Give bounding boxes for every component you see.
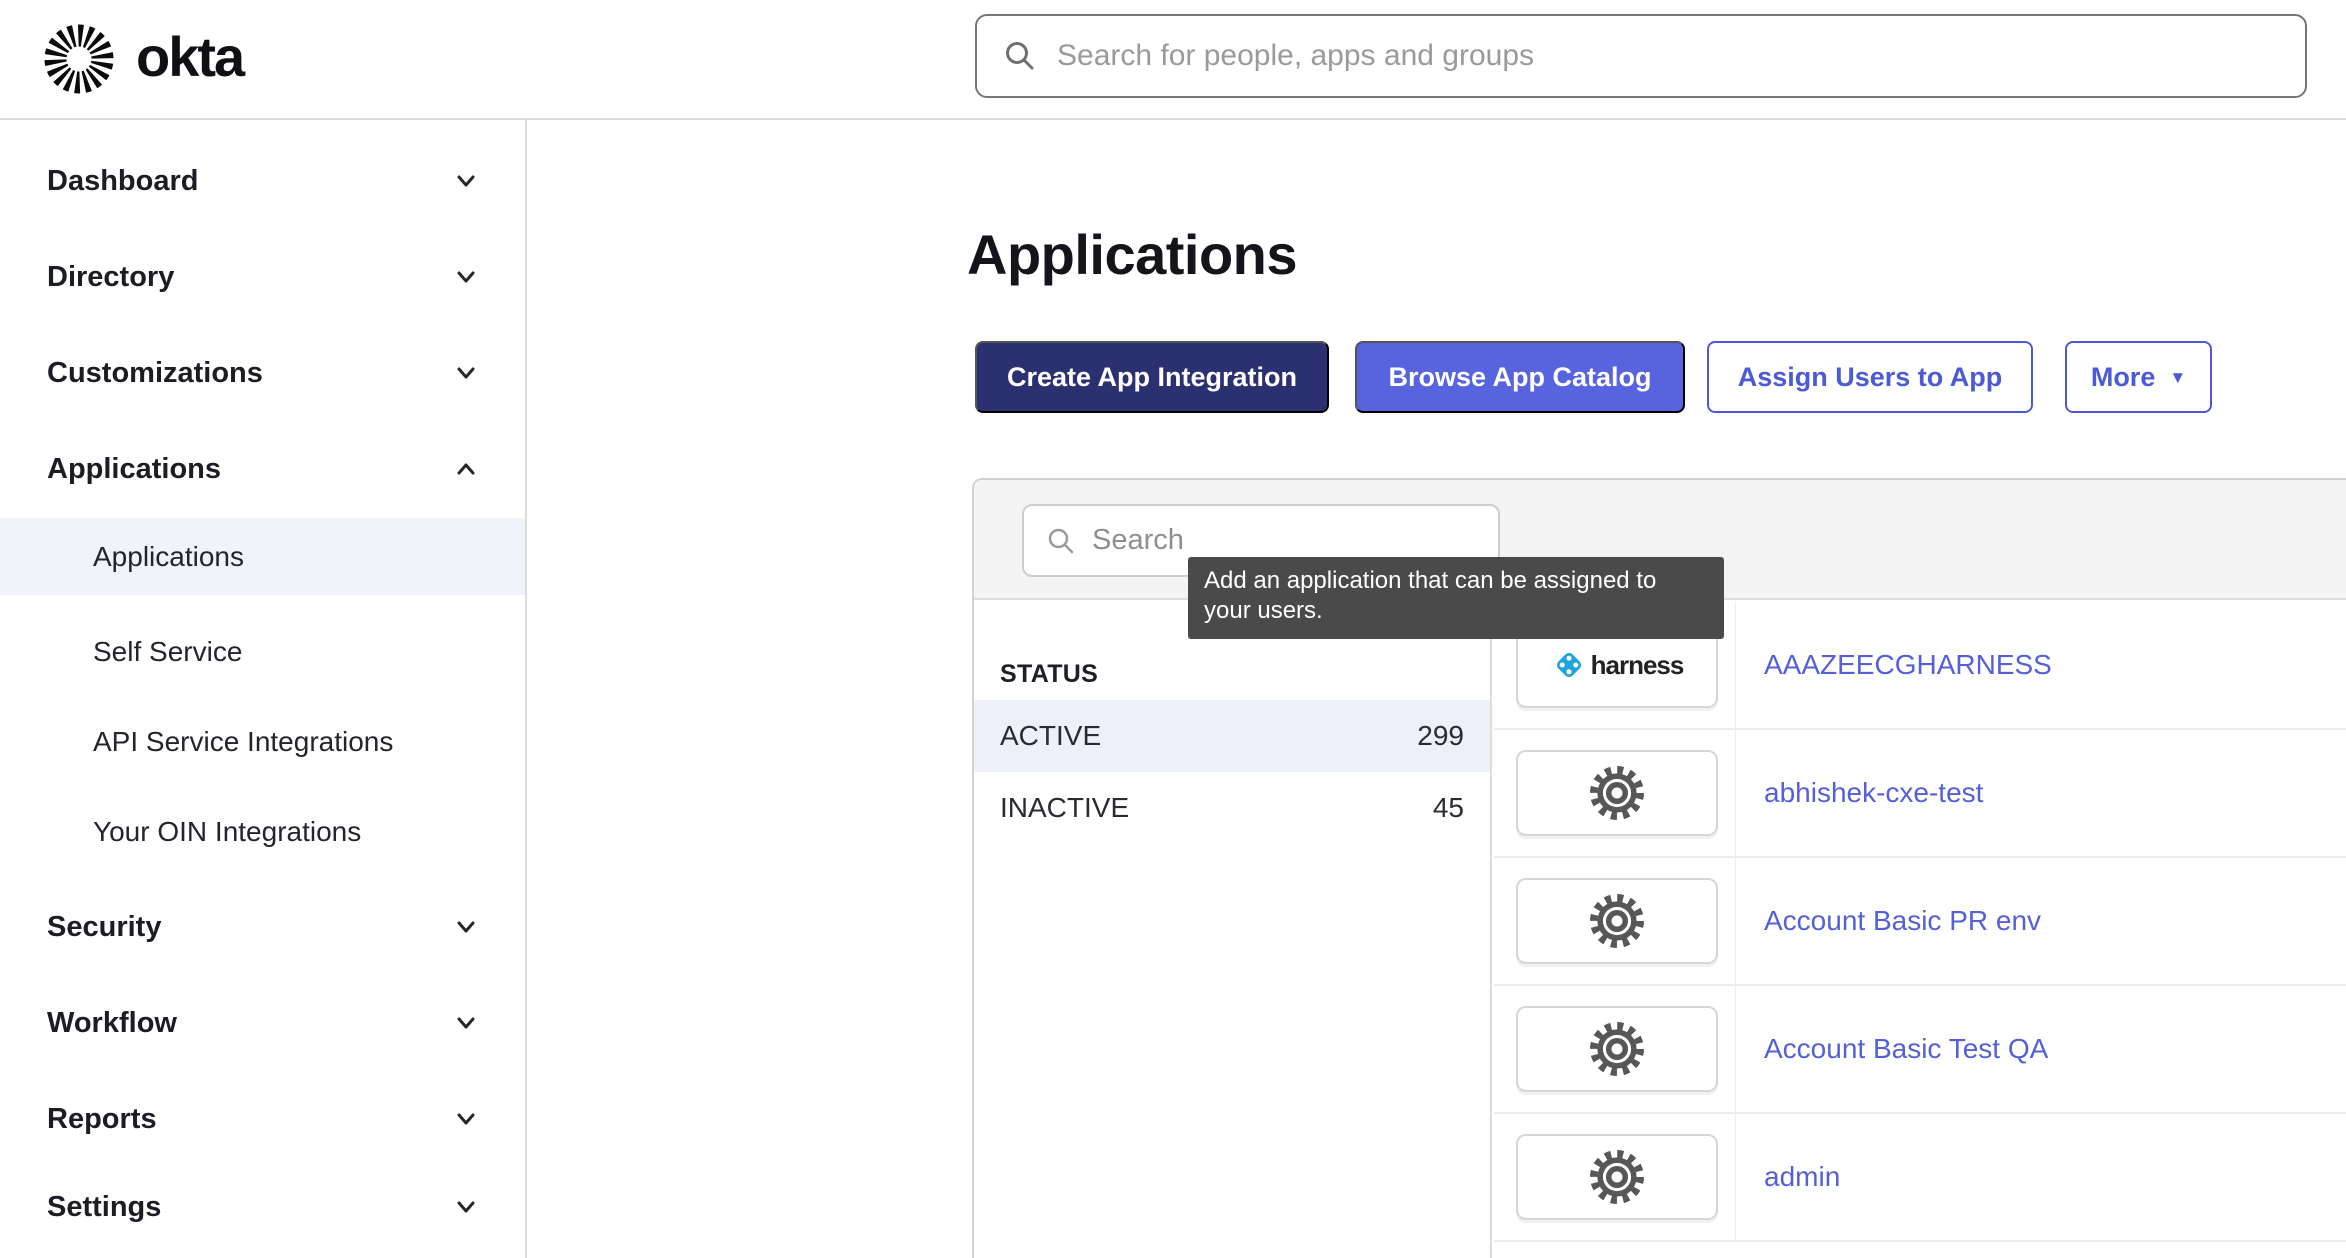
chevron-up-icon: [451, 454, 481, 484]
sidebar-item-customizations[interactable]: Customizations: [0, 345, 525, 401]
app-logo-tile: [1516, 750, 1718, 836]
okta-logo[interactable]: okta: [44, 0, 243, 118]
sidebar-subitem-applications[interactable]: Applications: [0, 518, 525, 595]
app-row: Account Basic PR env: [1494, 858, 2346, 986]
browse-app-catalog-button[interactable]: Browse App Catalog: [1355, 341, 1685, 413]
app-row: Account Basic Test QA: [1494, 986, 2346, 1114]
global-search-input[interactable]: [1057, 39, 2305, 73]
sidebar-item-workflow[interactable]: Workflow: [0, 995, 525, 1051]
sidebar-item-settings[interactable]: Settings: [0, 1179, 525, 1235]
inactive-count: 45: [1433, 792, 1464, 824]
harness-logo-icon: [1551, 647, 1587, 683]
chevron-down-icon: [451, 1192, 481, 1222]
harness-wordmark: harness: [1591, 650, 1684, 681]
more-button[interactable]: More ▼: [2065, 341, 2212, 413]
page-title: Applications: [967, 222, 1297, 287]
assign-users-to-app-button[interactable]: Assign Users to App: [1707, 341, 2033, 413]
app-row: abhishek-cxe-test: [1494, 730, 2346, 858]
chevron-down-icon: [451, 358, 481, 388]
gear-icon: [1590, 766, 1644, 820]
search-icon: [1046, 526, 1076, 556]
top-bar: okta: [0, 0, 2346, 120]
global-search[interactable]: [975, 14, 2307, 98]
gear-icon: [1590, 1022, 1644, 1076]
app-logo-tile: [1516, 1134, 1718, 1220]
sidebar-subitem-your-oin-integrations[interactable]: Your OIN Integrations: [0, 804, 525, 860]
gear-icon: [1590, 894, 1644, 948]
app-row: admin: [1494, 1114, 2346, 1242]
filter-active[interactable]: ACTIVE 299: [974, 700, 1490, 772]
app-link[interactable]: Account Basic Test QA: [1764, 1033, 2048, 1065]
tooltip: Add an application that can be assigned …: [1188, 557, 1724, 639]
chevron-down-icon: [451, 262, 481, 292]
sidebar-item-security[interactable]: Security: [0, 899, 525, 955]
status-column-header: STATUS: [974, 648, 1490, 700]
app-list-search-input[interactable]: [1092, 524, 1498, 557]
okta-admin-console: okta Dashboard Directory Customizations: [0, 0, 2346, 1258]
sidebar-nav: Dashboard Directory Customizations Appli…: [0, 120, 527, 1258]
app-link[interactable]: Account Basic PR env: [1764, 905, 2041, 937]
dropdown-caret-icon: ▼: [2169, 368, 2186, 388]
okta-wordmark: okta: [136, 24, 243, 95]
filter-inactive[interactable]: INACTIVE 45: [974, 772, 1490, 844]
chevron-down-icon: [451, 1104, 481, 1134]
app-link[interactable]: AAAZEECGHARNESS: [1764, 649, 2052, 681]
sidebar-subitem-self-service[interactable]: Self Service: [0, 624, 525, 680]
sidebar-item-applications[interactable]: Applications: [0, 441, 525, 497]
sidebar-item-reports[interactable]: Reports: [0, 1091, 525, 1147]
app-link[interactable]: abhishek-cxe-test: [1764, 777, 1983, 809]
chevron-down-icon: [451, 166, 481, 196]
app-link[interactable]: admin: [1764, 1161, 1840, 1193]
search-icon: [1003, 39, 1037, 73]
status-filter-column: STATUS ACTIVE 299 INACTIVE 45: [974, 602, 1492, 1258]
active-count: 299: [1417, 720, 1464, 752]
sidebar-subitem-api-service-integrations[interactable]: API Service Integrations: [0, 714, 525, 770]
app-list: harness AAAZEECGHARNESS: [1494, 602, 2346, 1242]
app-logo-tile: [1516, 1006, 1718, 1092]
sidebar-item-dashboard[interactable]: Dashboard: [0, 153, 525, 209]
okta-sunburst-icon: [44, 24, 114, 94]
chevron-down-icon: [451, 912, 481, 942]
sidebar-item-directory[interactable]: Directory: [0, 249, 525, 305]
app-logo-tile: [1516, 878, 1718, 964]
gear-icon: [1590, 1150, 1644, 1204]
chevron-down-icon: [451, 1008, 481, 1038]
create-app-integration-button[interactable]: Create App Integration: [975, 341, 1329, 413]
